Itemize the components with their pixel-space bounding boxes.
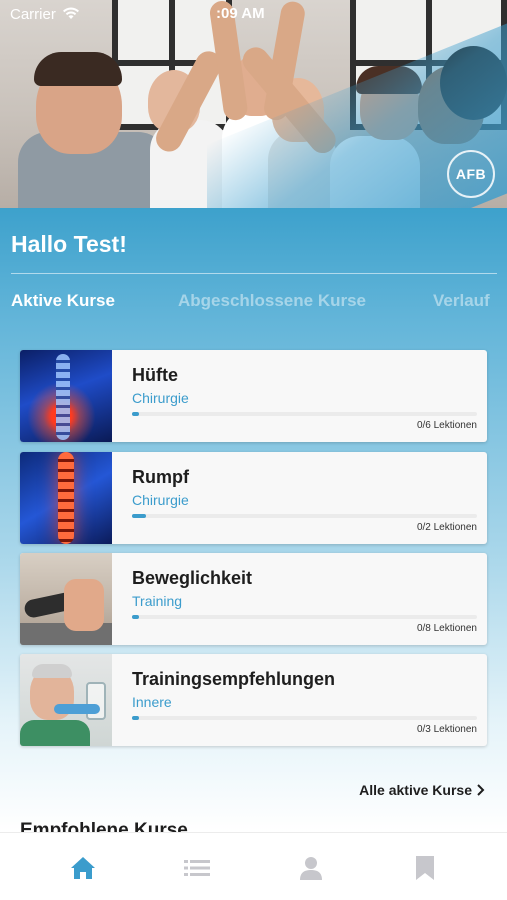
course-title: Hüfte <box>132 365 178 385</box>
status-time: :09 AM <box>216 5 265 22</box>
nav-bookmarks[interactable] <box>409 853 441 883</box>
course-title: Rumpf <box>132 467 189 487</box>
progress-fill <box>132 615 139 619</box>
spine-graphic <box>56 354 70 440</box>
shirt-graphic <box>20 720 90 746</box>
nav-home[interactable] <box>67 853 99 883</box>
mouthpiece-graphic <box>54 704 100 714</box>
course-thumbnail <box>20 452 112 544</box>
status-bar: Carrier :09 AM <box>0 0 507 28</box>
course-title: Trainingsempfehlungen <box>132 669 336 689</box>
spine-graphic <box>58 452 74 544</box>
lesson-count: 0/6 Lektionen <box>416 420 477 431</box>
tab-history[interactable]: Verlauf <box>433 291 490 311</box>
course-thumbnail <box>20 350 112 442</box>
profile-icon <box>300 857 322 880</box>
course-card-trunk[interactable]: Rumpf Chirurgie 0/2 Lektionen <box>20 452 487 544</box>
progress-fill <box>132 514 146 518</box>
lesson-count: 0/2 Lektionen <box>416 522 477 533</box>
lesson-count: 0/8 Lektionen <box>416 623 477 634</box>
greeting-title: Hallo Test! <box>11 231 127 257</box>
tab-active-courses[interactable]: Aktive Kurse <box>11 291 115 311</box>
course-card-mobility[interactable]: Beweglichkeit Training 0/8 Lektionen <box>20 553 487 645</box>
logo-text: AFB <box>455 166 487 182</box>
wifi-icon <box>63 7 79 19</box>
list-icon <box>184 860 210 876</box>
course-category: Chirurgie <box>132 492 189 508</box>
chevron-right-icon <box>477 784 485 796</box>
course-card-hip[interactable]: Hüfte Chirurgie 0/6 Lektionen <box>20 350 487 442</box>
hero-image: AFB <box>0 0 507 208</box>
progress-fill <box>132 716 139 720</box>
courses-section: Hallo Test! Aktive Kurse Abgeschlossene … <box>0 208 507 841</box>
progress-bar <box>132 412 477 416</box>
home-icon <box>71 857 95 879</box>
course-category: Training <box>132 593 183 609</box>
lesson-count: 0/3 Lektionen <box>416 724 477 735</box>
hair-graphic <box>32 664 72 678</box>
brand-logo: AFB <box>447 150 495 198</box>
all-active-courses-link[interactable]: Alle aktive Kurse <box>359 782 485 798</box>
header-divider <box>11 273 497 274</box>
progress-bar <box>132 716 477 720</box>
course-category: Chirurgie <box>132 390 189 406</box>
breathing-device-graphic <box>86 682 106 720</box>
person-hair <box>34 52 122 86</box>
bottom-tab-bar <box>0 832 507 900</box>
progress-bar <box>132 514 477 518</box>
tab-completed-courses[interactable]: Abgeschlossene Kurse <box>178 291 366 311</box>
course-card-training-recommendations[interactable]: Trainingsempfehlungen Innere 0/3 Lektion… <box>20 654 487 746</box>
course-thumbnail <box>20 654 112 746</box>
foot-graphic <box>64 579 104 631</box>
nav-profile[interactable] <box>295 853 327 883</box>
bookmark-icon <box>416 856 434 880</box>
nav-courses[interactable] <box>181 853 213 883</box>
progress-fill <box>132 412 139 416</box>
course-title: Beweglichkeit <box>132 568 253 588</box>
progress-bar <box>132 615 477 619</box>
all-active-courses-label: Alle aktive Kurse <box>359 782 472 798</box>
course-category: Innere <box>132 694 172 710</box>
carrier-label: Carrier <box>10 6 56 23</box>
course-thumbnail <box>20 553 112 645</box>
